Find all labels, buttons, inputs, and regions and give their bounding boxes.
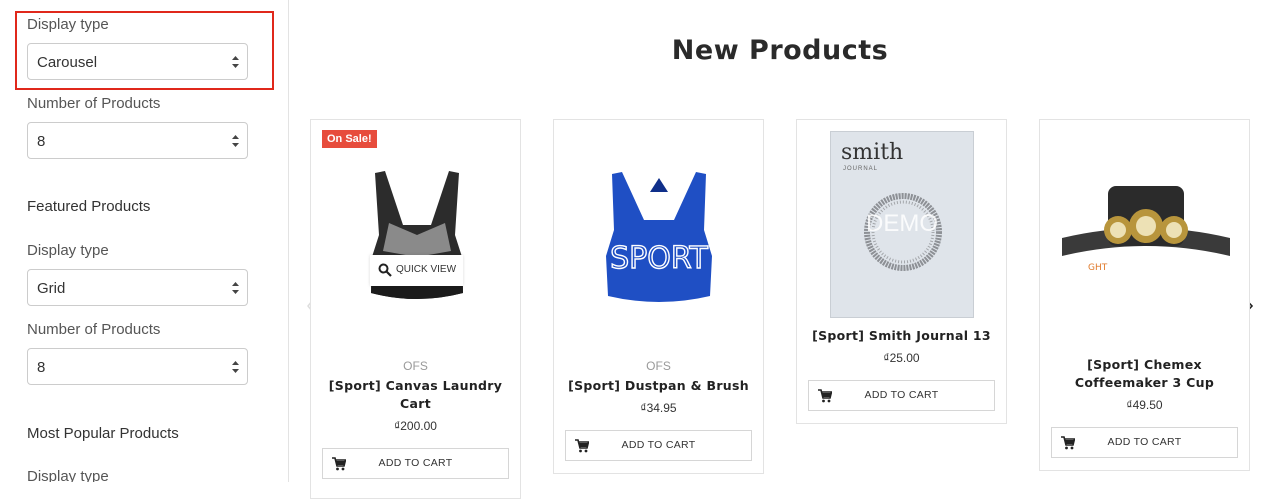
featured-display-type-select[interactable]: Grid [27, 269, 248, 306]
product-price: ₫49.50 [1126, 398, 1163, 412]
add-to-cart-button[interactable]: ADD TO CART [322, 448, 509, 479]
select-arrows-icon [232, 135, 239, 147]
number-of-products-label: Number of Products [27, 95, 161, 112]
featured-display-type-value: Grid [37, 280, 66, 297]
display-type-label: Display type [27, 16, 109, 33]
add-to-cart-label: ADD TO CART [1107, 436, 1182, 448]
product-card[interactable]: SPORT OFS [Sport] Dustpan & Brush ₫34.95… [553, 119, 764, 474]
settings-sidebar: Display type Carousel Number of Products… [0, 0, 289, 482]
select-arrows-icon [232, 56, 239, 68]
product-name[interactable]: [Sport] Dustpan & Brush [564, 377, 753, 395]
featured-products-heading: Featured Products [27, 198, 151, 215]
featured-display-type-label: Display type [27, 242, 109, 259]
featured-number-select[interactable]: 8 [27, 348, 248, 385]
section-title: New Products [671, 35, 889, 66]
most-popular-heading: Most Popular Products [27, 425, 179, 442]
product-name[interactable]: [Sport] Smith Journal 13 [807, 327, 996, 345]
headlamp-image: GHT [1062, 186, 1230, 273]
add-to-cart-button[interactable]: ADD TO CART [808, 380, 995, 411]
product-price: ₫25.00 [883, 351, 920, 365]
display-type-value: Carousel [37, 54, 98, 71]
popular-display-type-label: Display type [27, 468, 109, 482]
demo-watermark: DEMO [866, 210, 938, 237]
quick-view-label: QUICK VIEW [396, 264, 457, 275]
sports-bra-blue-image: SPORT [606, 172, 712, 302]
add-to-cart-label: ADD TO CART [378, 457, 453, 469]
journal-cover-image: smith JOURNAL DEMO [830, 131, 974, 318]
product-vendor: OFS [403, 359, 428, 373]
journal-brand: smith [841, 140, 904, 165]
add-to-cart-button[interactable]: ADD TO CART [1051, 427, 1238, 458]
sport-text: SPORT [610, 241, 708, 276]
add-to-cart-button[interactable]: ADD TO CART [565, 430, 752, 461]
product-price: ₫34.95 [640, 401, 677, 415]
sports-bra-gray-image [371, 171, 463, 299]
product-name[interactable]: [Sport] Chemex Coffeemaker 3 Cup [1050, 356, 1239, 392]
journal-sub: JOURNAL [843, 166, 879, 172]
sale-badge: On Sale! [322, 130, 377, 148]
number-of-products-value: 8 [37, 133, 46, 150]
display-type-select[interactable]: Carousel [27, 43, 248, 80]
select-arrows-icon [232, 282, 239, 294]
product-name[interactable]: [Sport] Canvas Laundry Cart [321, 377, 510, 413]
search-icon [378, 263, 392, 277]
add-to-cart-label: ADD TO CART [621, 439, 696, 451]
headlamp-text: GHT [1088, 263, 1108, 273]
featured-number-value: 8 [37, 359, 46, 376]
number-of-products-select[interactable]: 8 [27, 122, 248, 159]
product-vendor: OFS [646, 359, 671, 373]
product-card[interactable]: GHT [Sport] Chemex Coffeemaker 3 Cup ₫49… [1039, 119, 1250, 471]
product-price: ₫200.00 [394, 419, 437, 433]
featured-number-label: Number of Products [27, 321, 161, 338]
product-card[interactable]: smith JOURNAL DEMO [Sport] Smith Journal… [796, 119, 1007, 424]
add-to-cart-label: ADD TO CART [864, 389, 939, 401]
select-arrows-icon [232, 361, 239, 373]
product-card[interactable]: On Sale! QUICK VIEW OFS [Sport] Canvas L… [310, 119, 521, 499]
quick-view-button[interactable]: QUICK VIEW [370, 255, 463, 286]
